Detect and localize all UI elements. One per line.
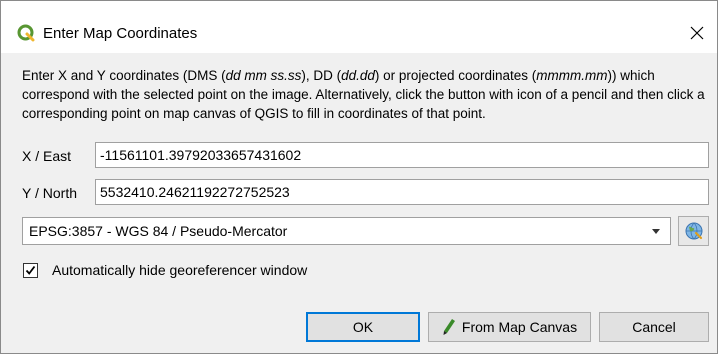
auto-hide-checkbox[interactable] [23, 263, 38, 278]
y-north-input[interactable] [95, 179, 709, 205]
desc-part1: Enter X and Y coordinates (DMS ( [22, 68, 226, 83]
x-east-input[interactable] [95, 142, 709, 168]
from-map-canvas-button[interactable]: From Map Canvas [428, 312, 591, 342]
ok-button-label: OK [352, 319, 374, 335]
enter-map-coordinates-dialog: Enter Map Coordinates Enter X and Y coor… [0, 0, 718, 354]
globe-crs-icon [685, 222, 702, 240]
crs-select[interactable]: EPSG:3857 - WGS 84 / Pseudo-Mercator [22, 217, 671, 245]
checkmark-icon [25, 265, 36, 275]
desc-part3: ) or projected coordinates ( [374, 68, 537, 83]
y-north-label: Y / North [22, 185, 77, 201]
ok-button[interactable]: OK [306, 312, 420, 342]
crs-selected-value: EPSG:3857 - WGS 84 / Pseudo-Mercator [29, 223, 288, 239]
close-button[interactable] [685, 21, 709, 45]
crs-selector-button[interactable] [678, 216, 709, 246]
desc-proj-format: mmmm.mm [536, 68, 608, 83]
chevron-down-icon [652, 229, 660, 234]
from-map-canvas-label: From Map Canvas [461, 319, 578, 335]
title-bar: Enter Map Coordinates [1, 1, 717, 53]
close-icon [690, 26, 704, 40]
dialog-title: Enter Map Coordinates [43, 25, 198, 42]
auto-hide-label[interactable]: Automatically hide georeferencer window [52, 262, 307, 278]
qgis-logo-icon [17, 24, 35, 42]
x-east-label: X / East [22, 148, 72, 164]
instructions-text: Enter X and Y coordinates (DMS (dd mm ss… [22, 66, 712, 123]
desc-dms-format: dd mm ss.ss [225, 68, 302, 83]
desc-part2: ), DD ( [301, 68, 342, 83]
cancel-button[interactable]: Cancel [599, 312, 709, 342]
pencil-icon [443, 319, 455, 335]
desc-dd-format: dd.dd [341, 68, 375, 83]
cancel-button-label: Cancel [632, 319, 676, 335]
